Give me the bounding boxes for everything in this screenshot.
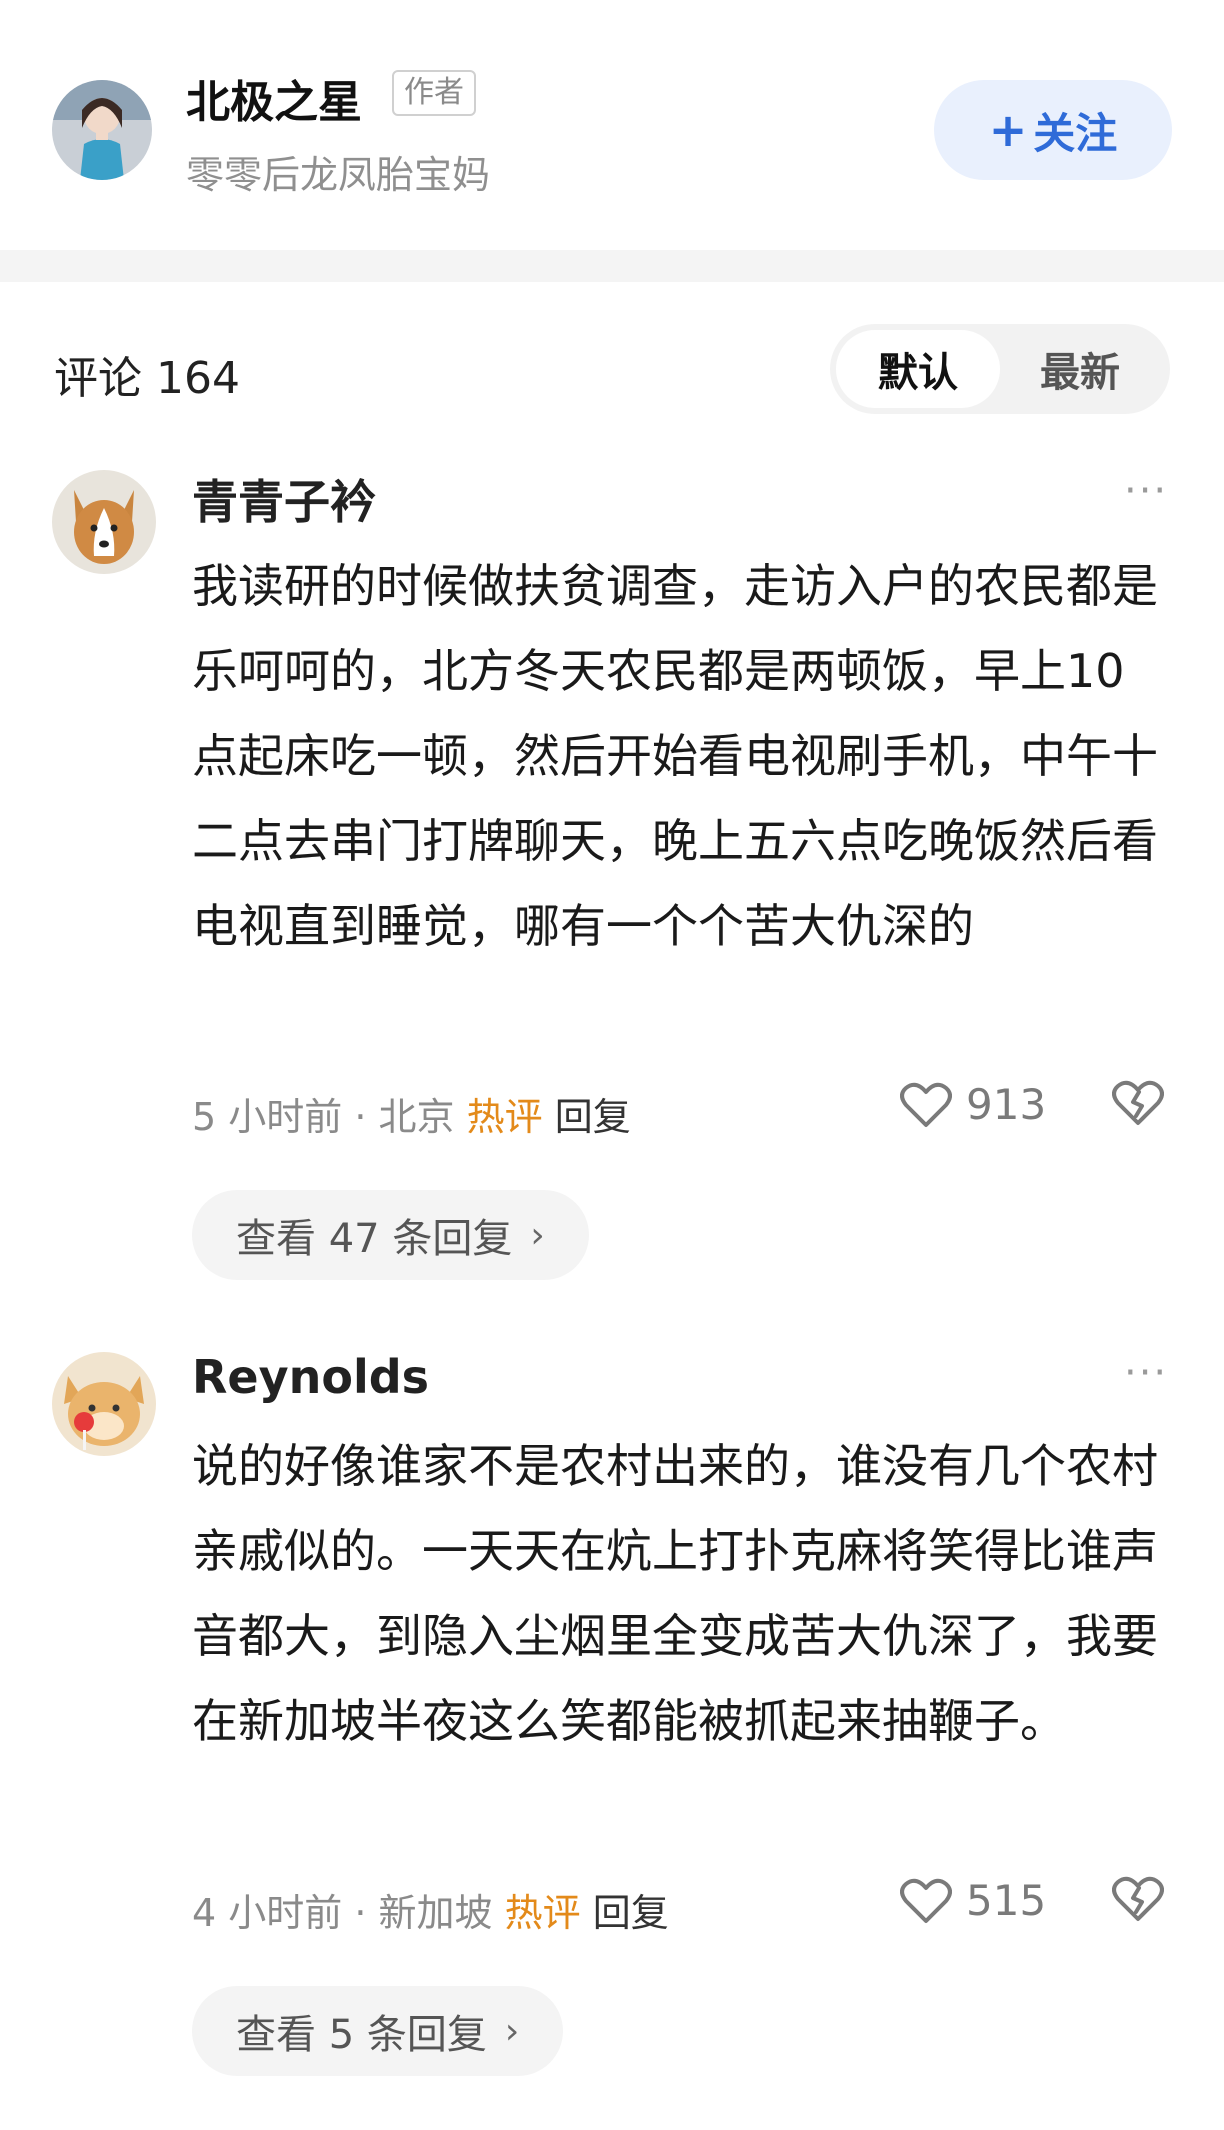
view-replies-label: 查看 47 条回复 bbox=[236, 1216, 513, 1262]
heart-icon bbox=[900, 1878, 952, 1923]
view-replies-button[interactable]: 查看 47 条回复 › bbox=[192, 1190, 589, 1280]
comment-location: 北京 bbox=[378, 1095, 455, 1139]
comment-meta: 4 小时前 · 新加坡 热评 回复 bbox=[192, 1882, 669, 1937]
comment-text: 说的好像谁家不是农村出来的，谁没有几个农村亲戚似的。一天天在炕上打扑克麻将笑得比… bbox=[192, 1439, 1158, 1748]
like-count: 515 bbox=[966, 1876, 1047, 1925]
commenter-name[interactable]: Reynolds bbox=[192, 1350, 429, 1404]
sort-latest-tab[interactable]: 最新 bbox=[998, 330, 1162, 408]
reply-button[interactable]: 回复 bbox=[555, 1095, 631, 1139]
commenter-name[interactable]: 青青子衿 bbox=[192, 466, 376, 532]
view-replies-button[interactable]: 查看 5 条回复 › bbox=[192, 1986, 564, 2076]
like-button[interactable]: 913 bbox=[900, 1080, 1046, 1129]
hot-comment-tag: 热评 bbox=[466, 1095, 543, 1139]
follow-button[interactable]: + 关注 bbox=[934, 80, 1172, 180]
author-avatar[interactable] bbox=[52, 80, 152, 180]
plus-icon: + bbox=[988, 103, 1028, 157]
commenter-avatar[interactable] bbox=[52, 1352, 156, 1456]
comment-text: 我读研的时候做扶贫调查，走访入户的农民都是乐呵呵的，北方冬天农民都是两顿饭，早上… bbox=[192, 559, 1158, 953]
author-name[interactable]: 北极之星 bbox=[186, 66, 362, 130]
comment-time: 4 小时前 bbox=[192, 1891, 343, 1935]
comment-location: 新加坡 bbox=[378, 1891, 493, 1935]
sort-toggle: 默认 最新 bbox=[830, 324, 1170, 414]
chevron-right-icon: › bbox=[504, 2010, 520, 2052]
comment-meta: 5 小时前 · 北京 热评 回复 bbox=[192, 1086, 631, 1141]
author-badge: 作者 bbox=[392, 70, 476, 116]
meta-separator: · bbox=[354, 1095, 367, 1139]
heart-icon bbox=[900, 1082, 952, 1127]
reply-button[interactable]: 回复 bbox=[593, 1891, 669, 1935]
like-button[interactable]: 515 bbox=[900, 1876, 1046, 1925]
broken-heart-icon bbox=[1112, 1876, 1164, 1921]
chevron-right-icon: › bbox=[530, 1214, 545, 1256]
author-bio: 零零后龙凤胎宝妈 bbox=[186, 153, 491, 197]
more-options-icon[interactable]: ··· bbox=[1124, 1350, 1168, 1396]
meta-separator: · bbox=[354, 1891, 367, 1935]
author-header: 北极之星 作者 零零后龙凤胎宝妈 + 关注 bbox=[0, 0, 1224, 250]
commenter-avatar[interactable] bbox=[52, 470, 156, 574]
more-options-icon[interactable]: ··· bbox=[1124, 468, 1168, 514]
comments-count-title: 评论 164 bbox=[54, 353, 240, 404]
section-divider bbox=[0, 250, 1224, 282]
follow-label: 关注 bbox=[1033, 108, 1118, 158]
view-replies-label: 查看 5 条回复 bbox=[236, 2012, 487, 2058]
like-count: 913 bbox=[966, 1080, 1047, 1129]
dislike-button[interactable] bbox=[1112, 1080, 1164, 1130]
dislike-button[interactable] bbox=[1112, 1876, 1164, 1926]
hot-comment-tag: 热评 bbox=[504, 1891, 581, 1935]
comment-time: 5 小时前 bbox=[192, 1095, 343, 1139]
sort-default-tab[interactable]: 默认 bbox=[836, 330, 1000, 408]
broken-heart-icon bbox=[1112, 1080, 1164, 1125]
